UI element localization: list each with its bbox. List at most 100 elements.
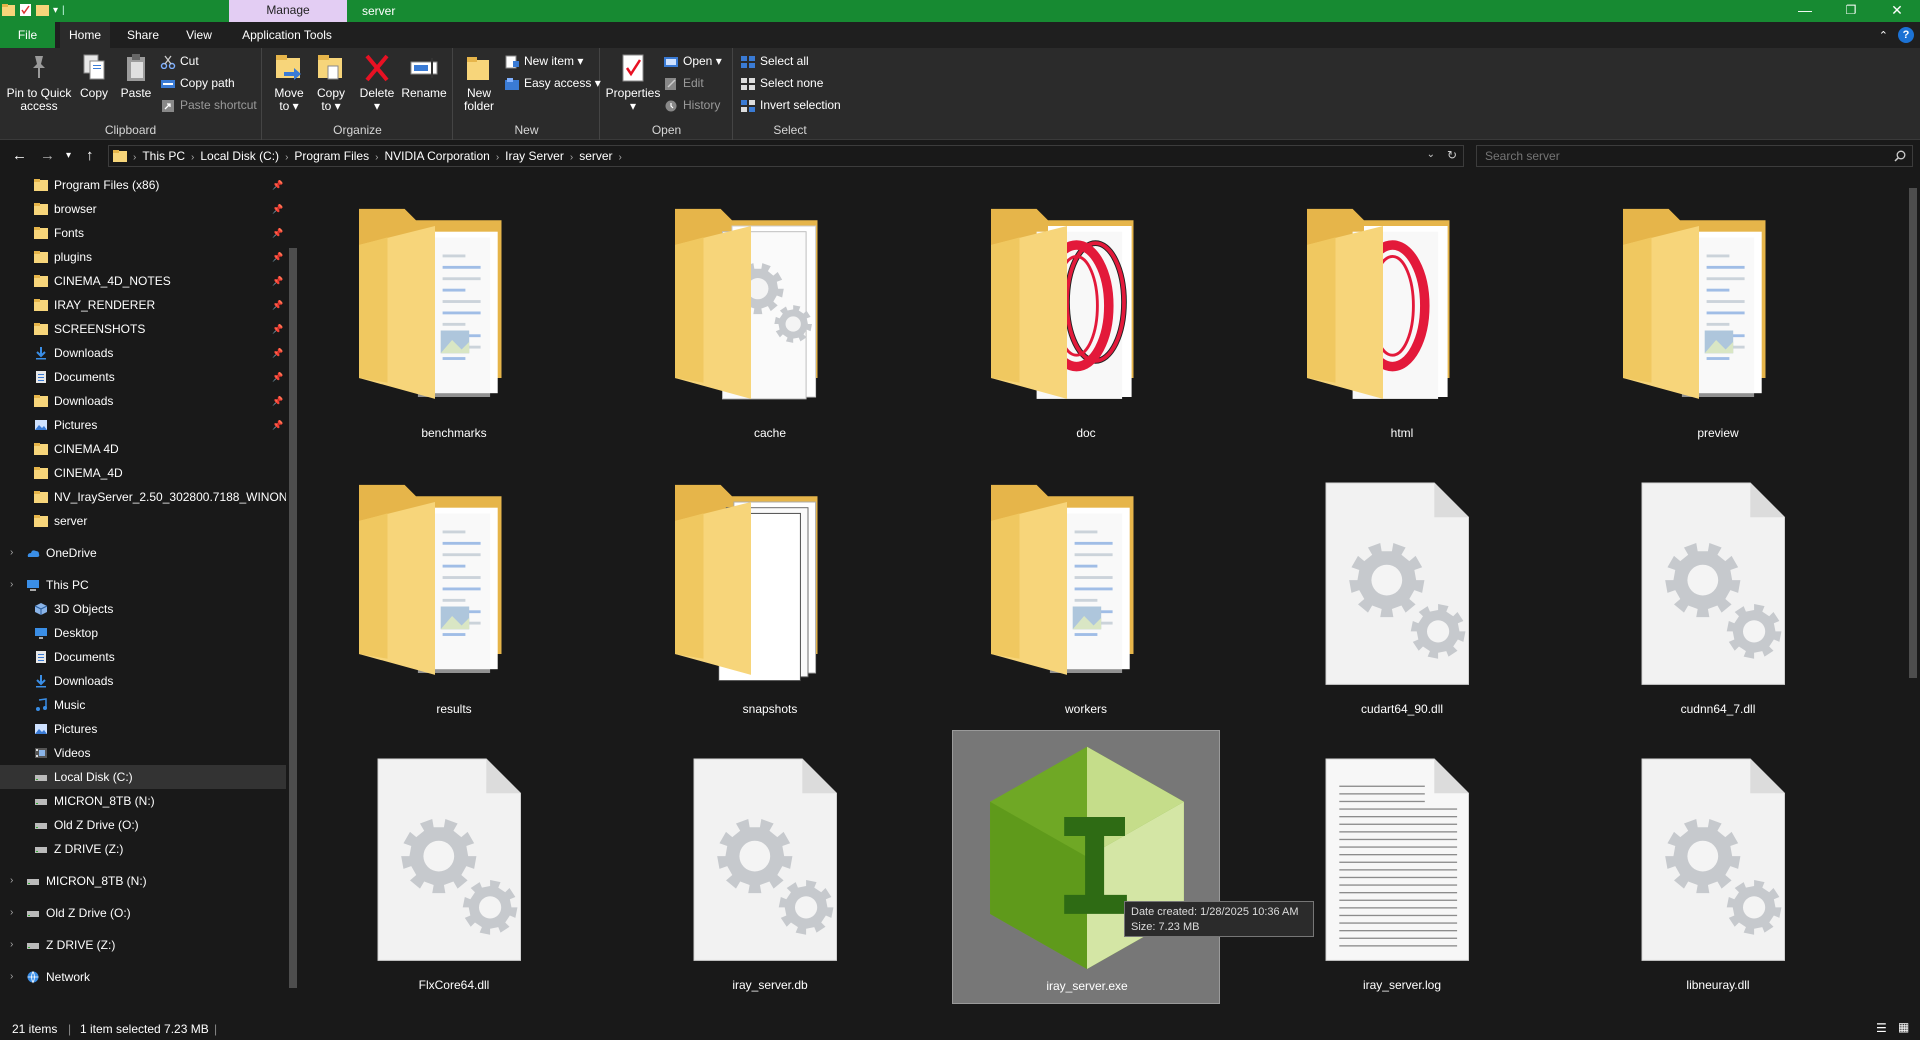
folder-item[interactable]: workers bbox=[952, 454, 1220, 728]
this-pc-item[interactable]: Old Z Drive (O:) bbox=[0, 813, 286, 837]
expand-chevron-icon[interactable]: › bbox=[10, 901, 13, 925]
drive-item[interactable]: › MICRON_8TB (N:) bbox=[0, 869, 286, 893]
cut-button[interactable]: Cut bbox=[160, 51, 199, 71]
easy-access-button[interactable]: Easy access ▾ bbox=[504, 73, 601, 93]
file-item[interactable]: iray_server.exe bbox=[952, 730, 1220, 1004]
content-scrollbar[interactable] bbox=[1906, 172, 1920, 1018]
manage-tab[interactable]: Manage bbox=[229, 0, 347, 22]
open-button[interactable]: Open ▾ bbox=[663, 51, 722, 71]
this-pc-item[interactable]: Pictures bbox=[0, 717, 286, 741]
address-dropdown-icon[interactable]: ⌄ bbox=[1427, 149, 1435, 160]
tab-view[interactable]: View bbox=[174, 22, 224, 48]
paste-shortcut-button[interactable]: Paste shortcut bbox=[160, 95, 257, 115]
collapse-ribbon-icon[interactable]: ⌃ bbox=[1879, 29, 1888, 42]
quick-access-item[interactable]: Pictures 📌 bbox=[0, 413, 286, 437]
search-input[interactable] bbox=[1477, 146, 1877, 166]
edit-button[interactable]: Edit bbox=[663, 73, 704, 93]
recent-locations-icon[interactable]: ▾ bbox=[66, 150, 71, 161]
file-item[interactable]: cudnn64_7.dll bbox=[1584, 454, 1852, 728]
move-to-button[interactable]: Move to ▾ bbox=[271, 52, 307, 113]
properties-button[interactable]: Properties ▾ bbox=[605, 52, 661, 113]
search-icon[interactable] bbox=[1894, 150, 1906, 162]
properties-icon[interactable] bbox=[19, 3, 32, 17]
file-item[interactable]: libneuray.dll bbox=[1584, 730, 1852, 1004]
select-none-button[interactable]: Select none bbox=[740, 73, 823, 93]
file-item[interactable]: cudart64_90.dll bbox=[1268, 454, 1536, 728]
nav-item-this-pc[interactable]: › This PC bbox=[0, 573, 286, 597]
folder-item[interactable]: preview bbox=[1584, 178, 1852, 452]
new-folder-icon[interactable] bbox=[36, 3, 49, 17]
invert-selection-button[interactable]: Invert selection bbox=[740, 95, 841, 115]
quick-access-item[interactable]: server bbox=[0, 509, 286, 533]
tab-file[interactable]: File bbox=[0, 22, 55, 48]
this-pc-item[interactable]: Local Disk (C:) bbox=[0, 765, 286, 789]
refresh-icon[interactable]: ↻ bbox=[1447, 148, 1457, 162]
tab-share[interactable]: Share bbox=[118, 22, 168, 48]
copy-path-button[interactable]: Copy path bbox=[160, 73, 235, 93]
breadcrumb-item[interactable]: NVIDIA Corporation bbox=[384, 146, 489, 166]
scrollbar-thumb[interactable] bbox=[289, 248, 297, 988]
navigation-scrollbar[interactable] bbox=[286, 172, 300, 1018]
folder-item[interactable]: benchmarks bbox=[320, 178, 588, 452]
breadcrumb-separator-icon[interactable]: › bbox=[191, 152, 194, 163]
folder-item[interactable]: cache bbox=[636, 178, 904, 452]
expand-chevron-icon[interactable]: › bbox=[10, 933, 13, 957]
expand-chevron-icon[interactable]: › bbox=[10, 965, 13, 989]
quick-access-item[interactable]: CINEMA_4D_NOTES 📌 bbox=[0, 269, 286, 293]
file-item[interactable]: iray_server.db bbox=[636, 730, 904, 1004]
chevron-down-icon[interactable]: ▾ bbox=[53, 5, 58, 16]
new-item-button[interactable]: New item ▾ bbox=[504, 51, 583, 71]
drive-item[interactable]: › Old Z Drive (O:) bbox=[0, 901, 286, 925]
scrollbar-thumb[interactable] bbox=[1909, 188, 1917, 678]
breadcrumb-item[interactable]: Program Files bbox=[294, 146, 369, 166]
nav-item-onedrive[interactable]: › OneDrive bbox=[0, 541, 286, 565]
breadcrumb-separator-icon[interactable]: › bbox=[133, 152, 136, 163]
delete-button[interactable]: Delete ▾ bbox=[357, 52, 397, 113]
paste-button[interactable]: Paste bbox=[118, 52, 154, 100]
breadcrumb-item[interactable]: Local Disk (C:) bbox=[200, 146, 279, 166]
quick-access-item[interactable]: IRAY_RENDERER 📌 bbox=[0, 293, 286, 317]
this-pc-item[interactable]: Documents bbox=[0, 645, 286, 669]
copy-button[interactable]: Copy bbox=[76, 52, 112, 100]
quick-access-item[interactable]: NV_IrayServer_2.50_302800.7188_WINONLY_i bbox=[0, 485, 286, 509]
quick-access-item[interactable]: Downloads 📌 bbox=[0, 341, 286, 365]
forward-arrow-icon[interactable]: → bbox=[40, 147, 55, 164]
this-pc-item[interactable]: Music bbox=[0, 693, 286, 717]
tab-home[interactable]: Home bbox=[60, 22, 110, 48]
back-arrow-icon[interactable]: ← bbox=[12, 147, 27, 164]
folder-icon[interactable] bbox=[2, 3, 15, 17]
up-arrow-icon[interactable]: ↑ bbox=[86, 147, 94, 164]
folder-item[interactable]: snapshots bbox=[636, 454, 904, 728]
restore-button[interactable]: ❐ bbox=[1828, 0, 1874, 22]
rename-button[interactable]: Rename bbox=[401, 52, 447, 100]
address-bar[interactable]: › This PC › Local Disk (C:) › Program Files › N… bbox=[108, 145, 1464, 167]
select-all-button[interactable]: Select all bbox=[740, 51, 809, 71]
quick-access-item[interactable]: Downloads 📌 bbox=[0, 389, 286, 413]
quick-access-item[interactable]: SCREENSHOTS 📌 bbox=[0, 317, 286, 341]
folder-item[interactable]: doc bbox=[952, 178, 1220, 452]
quick-access-item[interactable]: CINEMA_4D bbox=[0, 461, 286, 485]
large-icons-view-icon[interactable]: ▦ bbox=[1898, 1020, 1909, 1034]
quick-access-item[interactable]: plugins 📌 bbox=[0, 245, 286, 269]
history-button[interactable]: History bbox=[663, 95, 720, 115]
copy-to-button[interactable]: Copy to ▾ bbox=[313, 52, 349, 113]
this-pc-item[interactable]: Downloads bbox=[0, 669, 286, 693]
expand-chevron-icon[interactable]: › bbox=[10, 541, 13, 565]
drive-item[interactable]: › Z DRIVE (Z:) bbox=[0, 933, 286, 957]
folder-item[interactable]: html bbox=[1268, 178, 1536, 452]
breadcrumb-separator-icon[interactable]: › bbox=[285, 152, 288, 163]
breadcrumb-item[interactable]: Iray Server bbox=[505, 146, 564, 166]
expand-chevron-icon[interactable]: › bbox=[10, 573, 13, 597]
help-icon[interactable]: ? bbox=[1898, 27, 1914, 43]
quick-access-item[interactable]: browser 📌 bbox=[0, 197, 286, 221]
breadcrumb-separator-icon[interactable]: › bbox=[570, 152, 573, 163]
quick-access-item[interactable]: Program Files (x86) 📌 bbox=[0, 173, 286, 197]
breadcrumb-item[interactable]: This PC bbox=[142, 146, 185, 166]
this-pc-item[interactable]: 3D Objects bbox=[0, 597, 286, 621]
breadcrumb-item[interactable]: server bbox=[579, 146, 612, 166]
folder-item[interactable]: results bbox=[320, 454, 588, 728]
breadcrumb-separator-icon[interactable]: › bbox=[496, 152, 499, 163]
breadcrumb-separator-icon[interactable]: › bbox=[619, 152, 622, 163]
this-pc-item[interactable]: MICRON_8TB (N:) bbox=[0, 789, 286, 813]
close-button[interactable]: ✕ bbox=[1874, 0, 1920, 22]
